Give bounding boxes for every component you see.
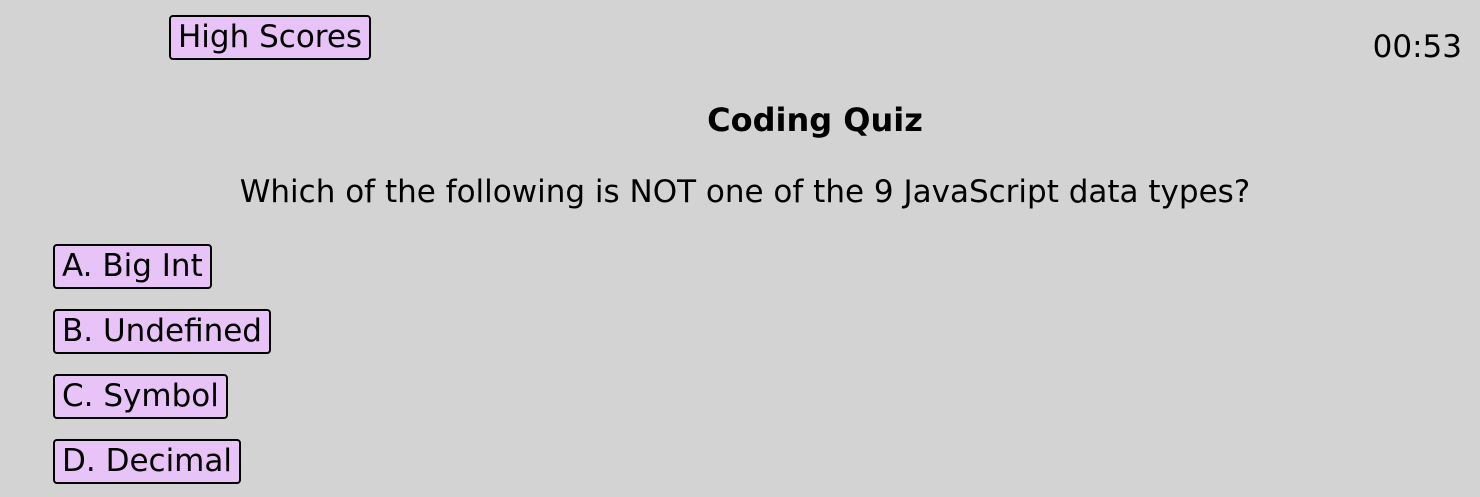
page-title: Coding Quiz <box>707 101 923 139</box>
quiz-page: High Scores 00:53 Coding Quiz Which of t… <box>0 0 1480 497</box>
timer: 00:53 <box>1372 29 1462 65</box>
answer-a-button[interactable]: A. Big Int <box>53 244 212 289</box>
high-scores-button[interactable]: High Scores <box>169 15 372 60</box>
answer-c-button[interactable]: C. Symbol <box>53 374 228 419</box>
question-text: Which of the following is NOT one of the… <box>239 174 1251 210</box>
answer-b-button[interactable]: B. Undefined <box>53 309 271 354</box>
answer-d-button[interactable]: D. Decimal <box>53 439 241 484</box>
